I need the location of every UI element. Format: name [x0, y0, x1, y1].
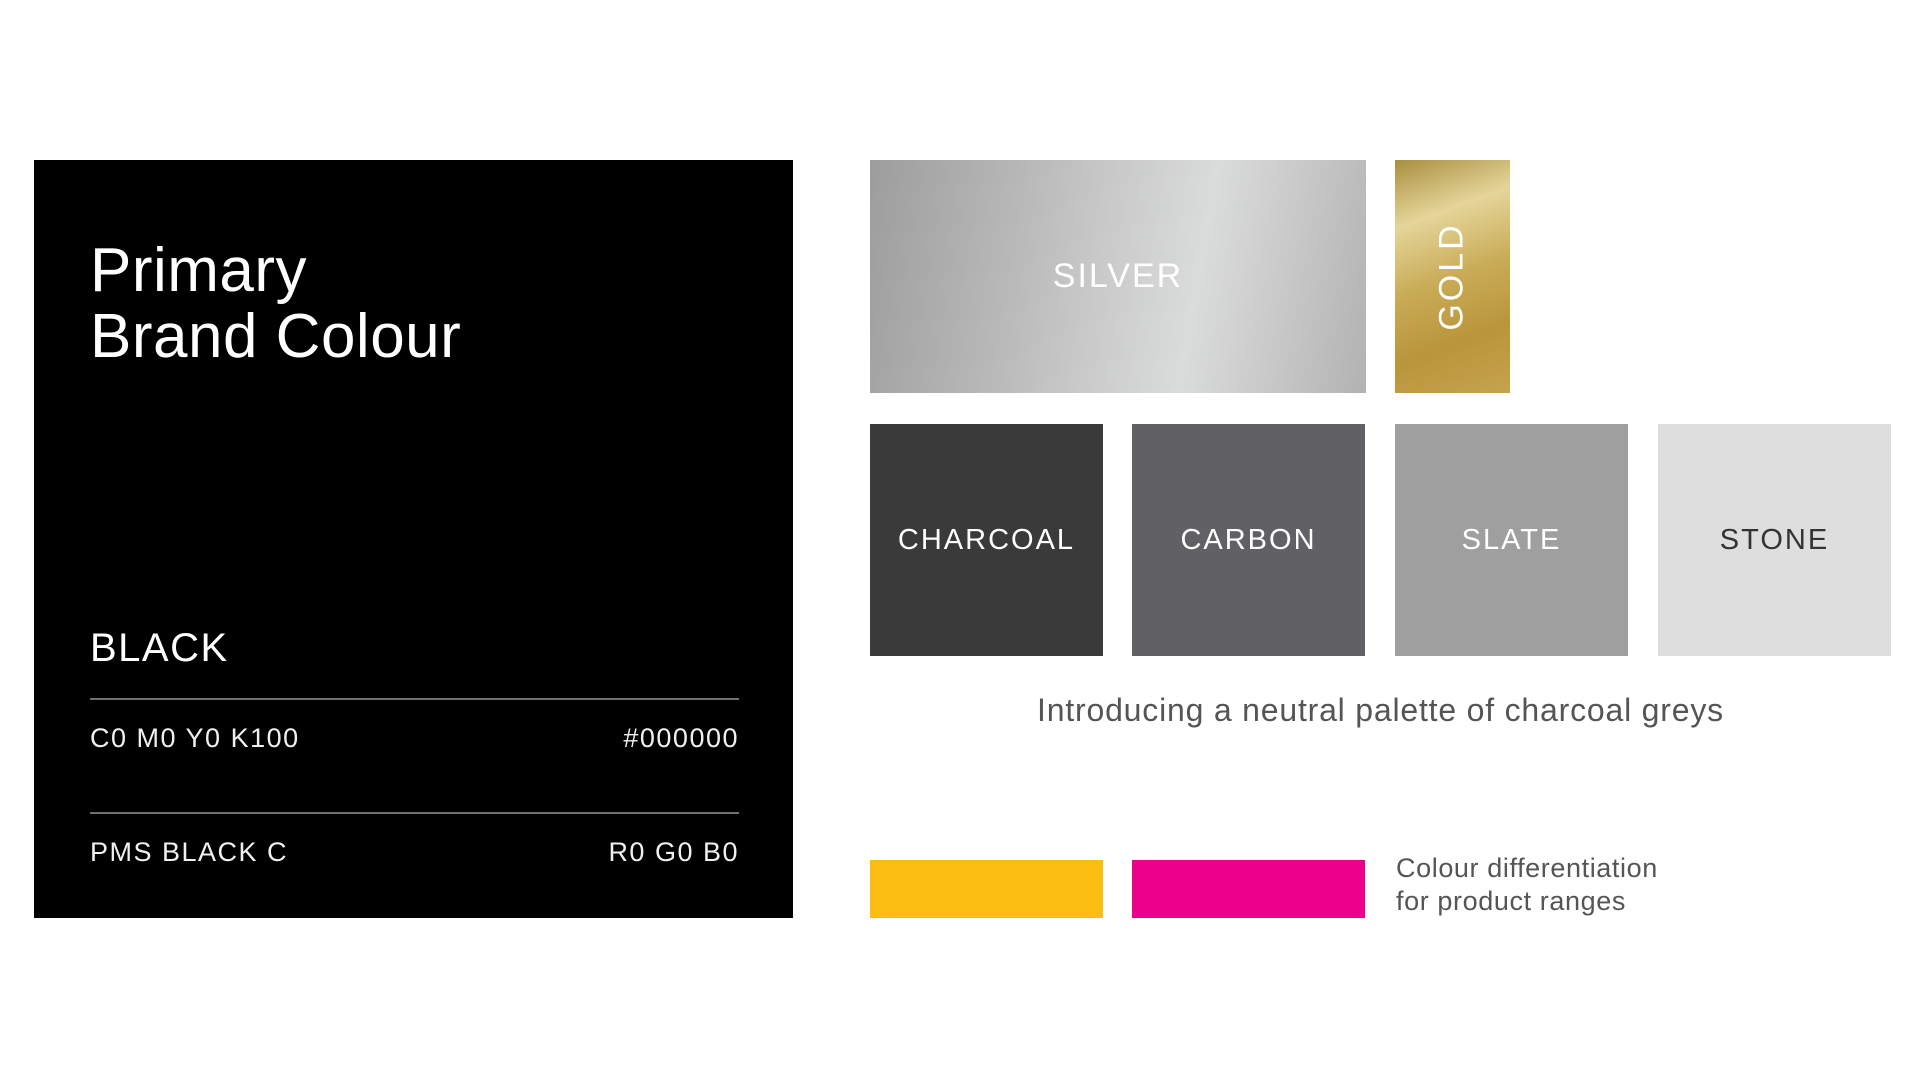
swatch-carbon: CARBON	[1132, 424, 1365, 656]
accent-caption: Colour differentiation for product range…	[1396, 852, 1658, 918]
spec-row-cmyk-hex: C0 M0 Y0 K100 #000000	[90, 718, 739, 758]
swatch-charcoal-label: CHARCOAL	[897, 523, 1076, 556]
swatch-charcoal: CHARCOAL	[870, 424, 1103, 656]
cmyk-value: C0 M0 Y0 K100	[90, 722, 300, 753]
spec-row-pms-rgb: PMS BLACK C R0 G0 B0	[90, 832, 739, 872]
accent-swatch-yellow	[870, 860, 1103, 918]
divider	[90, 698, 739, 700]
accent-caption-line2: for product ranges	[1396, 886, 1626, 916]
swatch-silver: SILVER	[870, 160, 1366, 393]
pms-value: PMS BLACK C	[90, 836, 289, 867]
swatch-stone-label: STONE	[1719, 523, 1830, 556]
primary-colour-name: BLACK	[90, 626, 229, 670]
primary-colour-panel: Primary Brand Colour BLACK C0 M0 Y0 K100…	[34, 160, 793, 918]
rgb-value: R0 G0 B0	[608, 836, 739, 867]
accent-caption-line1: Colour differentiation	[1396, 853, 1658, 883]
primary-title-line2: Brand Colour	[90, 302, 462, 371]
primary-title-line1: Primary	[90, 236, 308, 305]
swatch-slate: SLATE	[1395, 424, 1628, 656]
divider	[90, 812, 739, 814]
swatch-gold: GOLD	[1395, 160, 1510, 393]
swatch-stone: STONE	[1658, 424, 1891, 656]
accent-swatch-magenta	[1132, 860, 1365, 918]
brand-colour-page: Primary Brand Colour BLACK C0 M0 Y0 K100…	[0, 0, 1920, 1080]
swatch-carbon-label: CARBON	[1180, 523, 1317, 556]
swatch-slate-label: SLATE	[1461, 523, 1562, 556]
swatch-gold-label: GOLD	[1432, 222, 1471, 331]
hex-value: #000000	[623, 722, 739, 753]
primary-title: Primary Brand Colour	[90, 238, 461, 370]
neutral-palette-caption: Introducing a neutral palette of charcoa…	[1037, 692, 1724, 728]
swatch-silver-label: SILVER	[1052, 257, 1184, 295]
